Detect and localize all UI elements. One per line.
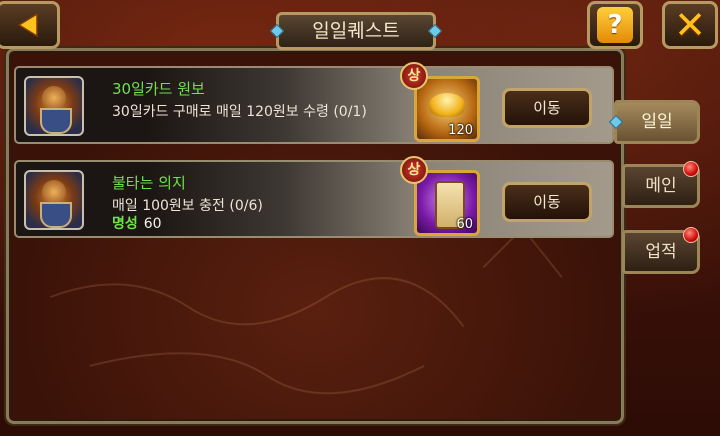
quest-row: 불타는 의지 매일 100원보 충전 (0/6) 명성 60 60 상 이동: [14, 156, 614, 238]
tab-label: 메인: [645, 176, 677, 196]
quest-title: 불타는 의지: [112, 174, 186, 192]
tab-main[interactable]: 메인: [622, 161, 700, 208]
portrait-shield-icon: [40, 202, 72, 228]
gold-ingot-icon: [429, 93, 465, 117]
alert-dot-icon: [683, 161, 699, 177]
move-button[interactable]: 이동: [502, 88, 592, 128]
tab-label: 일일: [641, 112, 673, 132]
portrait-shield-icon: [40, 108, 72, 134]
back-button[interactable]: [0, 1, 60, 49]
close-button[interactable]: ✕: [662, 1, 718, 49]
tab-label: 업적: [645, 242, 677, 262]
quest-description: 매일 100원보 충전 (0/6): [112, 198, 263, 214]
tab-daily[interactable]: 일일: [608, 100, 700, 144]
portrait-head: [42, 180, 66, 204]
close-icon: ✕: [674, 3, 706, 47]
quest-fame: 명성 60: [112, 213, 162, 233]
quest-title: 30일카드 원보: [112, 80, 205, 98]
reward-quantity: 60: [456, 217, 473, 232]
alert-dot-icon: [683, 227, 699, 243]
quest-portrait: [24, 170, 84, 230]
reward-quantity: 120: [448, 123, 473, 138]
help-icon: ?: [597, 7, 633, 43]
page-title: 일일퀘스트: [269, 12, 443, 50]
rank-badge: 상: [400, 156, 428, 184]
back-arrow-icon: [17, 12, 38, 38]
quest-portrait: [24, 76, 84, 136]
quest-description: 30일카드 구매로 매일 120원보 수령 (0/1): [112, 104, 367, 120]
rank-badge: 상: [400, 62, 428, 90]
quest-row: 30일카드 원보 30일카드 구매로 매일 120원보 수령 (0/1) 120…: [14, 62, 614, 144]
fame-label: 명성: [112, 216, 138, 232]
tab-achievement[interactable]: 업적: [622, 227, 700, 274]
fame-value: 60: [143, 216, 162, 232]
page-title-text: 일일퀘스트: [312, 20, 400, 42]
portrait-head: [42, 86, 66, 110]
help-button[interactable]: ?: [587, 1, 643, 49]
move-button[interactable]: 이동: [502, 182, 592, 222]
